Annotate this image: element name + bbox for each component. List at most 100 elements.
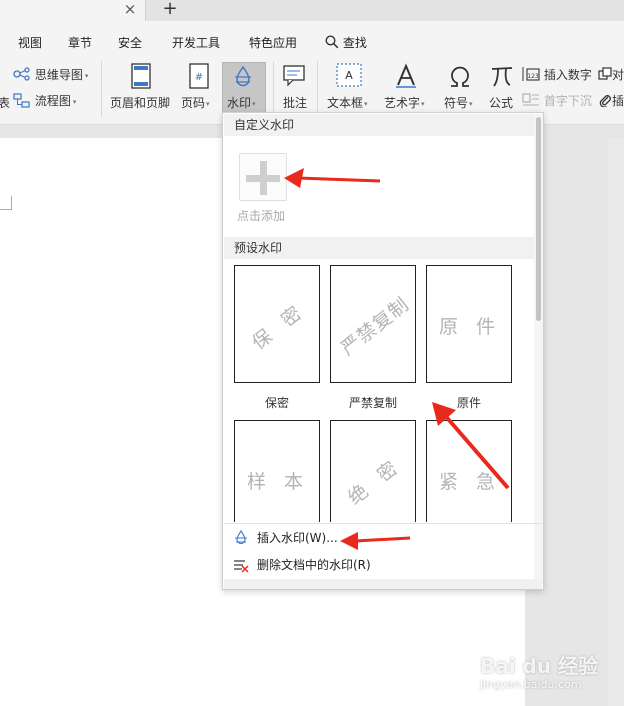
header-footer-icon <box>131 63 151 89</box>
preset-watermark-sample[interactable]: 样 本 <box>234 420 320 522</box>
new-tab-icon[interactable]: + <box>160 0 180 20</box>
margin-marker <box>0 209 11 210</box>
symbol-label: 符号 <box>444 96 469 110</box>
insert-watermark-label: 插入水印(W)... <box>257 531 338 545</box>
insert-watermark-menu-item[interactable]: 插入水印(W)... <box>231 527 531 549</box>
pi-formula-icon <box>491 67 513 87</box>
watermark-preview-text: 绝 密 <box>343 453 407 509</box>
page-number-label: 页码 <box>181 96 206 110</box>
chevron-down-icon: ▾ <box>469 99 473 108</box>
svg-text:#: # <box>195 72 203 83</box>
drop-cap-icon <box>522 93 539 106</box>
mindmap-label: 思维导图 <box>34 68 83 82</box>
preset-label: 严禁复制 <box>348 396 397 410</box>
chevron-down-icon: ▾ <box>364 99 368 108</box>
add-custom-watermark-label: 点击添加 <box>237 209 286 223</box>
margin-marker <box>11 196 12 210</box>
mindmap-button[interactable]: 思维导图 ▾ <box>13 66 88 83</box>
watermark-preview-text: 保 密 <box>247 298 311 354</box>
watermark-icon <box>235 65 251 87</box>
menu-find[interactable]: 查找 <box>325 34 367 51</box>
svg-text:123: 123 <box>527 73 539 80</box>
page-number-icon: # <box>189 63 209 89</box>
menu-security[interactable]: 安全 <box>118 34 142 51</box>
watermark-button-label: 水印▾ <box>227 94 256 111</box>
preset-row-2: 样 本 绝 密 紧 急 <box>223 419 533 522</box>
dropdown-scrollbar-thumb[interactable] <box>536 117 541 321</box>
insert-number-label: 插入数字 <box>543 68 592 82</box>
object-icon <box>598 67 612 80</box>
watermark-icon <box>235 530 247 545</box>
insert-number-button[interactable]: 123 插入数字 <box>522 66 592 83</box>
annotation-icon <box>283 65 305 87</box>
preset-watermark-no-copy[interactable]: 严禁复制 <box>330 265 416 383</box>
custom-watermark-header: 自定义水印 <box>224 114 534 136</box>
watermark-dropdown: 自定义水印 点击添加 预设水印 保 密 保密 严禁复制 严禁复制 原 件 原件 … <box>222 112 544 590</box>
paperclip-icon <box>599 95 611 108</box>
symbol-button[interactable]: 符号▾ <box>444 94 473 111</box>
menu-dev-tools[interactable]: 开发工具 <box>172 34 220 51</box>
close-tab-icon[interactable]: × <box>120 0 140 20</box>
menu-view[interactable]: 视图 <box>18 34 42 51</box>
drop-cap-button[interactable]: 首字下沉 <box>522 92 592 109</box>
divider <box>101 61 102 117</box>
wordart-label: 艺术字 <box>384 96 421 110</box>
chevron-down-icon: ▾ <box>252 99 256 108</box>
chevron-down-icon: ▾ <box>421 99 425 108</box>
preset-watermark-original[interactable]: 原 件 <box>426 265 512 383</box>
preset-watermark-top-secret[interactable]: 绝 密 <box>330 420 416 522</box>
textbox-button[interactable]: 文本框▾ <box>327 94 368 111</box>
left-edge-label: 表 <box>0 96 11 110</box>
preset-label: 保密 <box>264 396 289 410</box>
preset-watermark-confidential[interactable]: 保 密 <box>234 265 320 383</box>
textbox-label: 文本框 <box>327 96 364 110</box>
tab-strip: × + <box>0 0 624 21</box>
preset-watermark-header: 预设水印 <box>224 237 534 259</box>
chevron-down-icon: ▾ <box>84 71 89 80</box>
svg-text:A: A <box>345 69 353 82</box>
chevron-down-icon: ▾ <box>206 99 210 108</box>
baidu-url-watermark: jingyan.baidu.com <box>480 678 582 691</box>
chevron-down-icon: ▾ <box>72 97 77 106</box>
header-footer-button[interactable]: 页眉和页脚 <box>110 94 170 111</box>
add-custom-watermark-button[interactable] <box>239 153 287 201</box>
right-edge-label-2: 插 <box>612 94 624 108</box>
ribbon: 视图 章节 安全 开发工具 特色应用 查找 表 思维导图 ▾ 流程图 ▾ 页眉和页脚… <box>0 21 624 125</box>
wordart-button[interactable]: 艺术字▾ <box>384 94 425 111</box>
flowchart-label: 流程图 <box>34 94 71 108</box>
wordart-icon <box>396 63 416 88</box>
search-icon <box>325 35 339 49</box>
mindmap-icon <box>13 67 30 81</box>
right-edge-object-button[interactable]: 对 <box>598 66 624 83</box>
flowchart-button[interactable]: 流程图 ▾ <box>13 92 76 109</box>
delete-watermark-menu-item[interactable]: 删除文档中的水印(R) <box>231 554 531 576</box>
divider <box>224 523 542 524</box>
watermark-preview-text: 样 本 <box>246 470 310 493</box>
preset-watermark-urgent[interactable]: 紧 急 <box>426 420 512 522</box>
document-scrollbar[interactable] <box>608 138 624 706</box>
drop-cap-label: 首字下沉 <box>543 94 592 108</box>
menu-special-apps[interactable]: 特色应用 <box>249 34 297 51</box>
delete-watermark-icon <box>234 560 249 573</box>
insert-number-icon: 123 <box>522 67 540 81</box>
menu-chapter[interactable]: 章节 <box>68 34 92 51</box>
annotation-button[interactable]: 批注 <box>283 94 307 111</box>
baidu-logo-watermark: Bai du 经验 <box>480 654 599 678</box>
flowchart-icon <box>13 93 30 108</box>
menu-find-label: 查找 <box>342 36 367 50</box>
divider <box>317 61 318 117</box>
formula-button[interactable]: 公式 <box>489 94 513 111</box>
watermark-preview-text: 严禁复制 <box>336 292 414 360</box>
preset-label: 原件 <box>456 396 481 410</box>
right-edge-attach-button[interactable]: 插 <box>598 92 624 109</box>
page-number-button[interactable]: 页码▾ <box>181 94 210 111</box>
textbox-icon: A <box>336 63 362 87</box>
watermark-label: 水印 <box>227 96 252 110</box>
delete-watermark-label: 删除文档中的水印(R) <box>257 558 371 572</box>
right-edge-label-1: 对 <box>612 68 624 82</box>
divider <box>273 61 274 117</box>
plus-icon-vertical <box>260 161 267 195</box>
dropdown-footer <box>224 579 542 589</box>
omega-symbol-icon <box>451 66 469 87</box>
watermark-preview-text: 紧 急 <box>438 470 502 493</box>
